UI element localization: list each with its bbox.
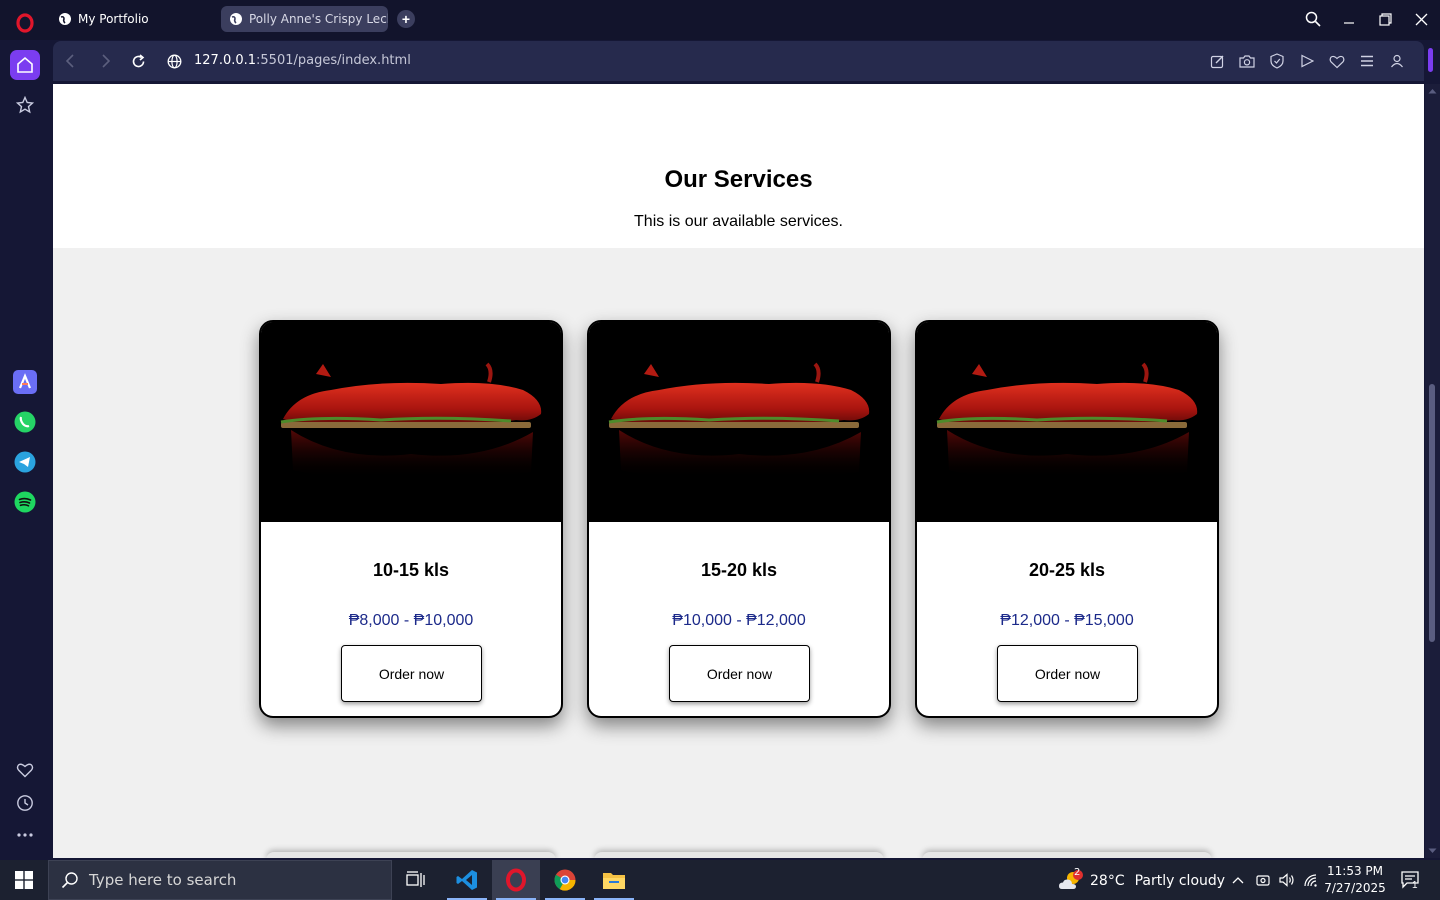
notification-count: 1	[1412, 880, 1418, 891]
edit-page-icon[interactable]	[1208, 52, 1226, 70]
opera-taskbar-icon[interactable]	[492, 860, 540, 900]
taskbar-clock[interactable]: 11:53 PM 7/27/2025	[1320, 863, 1390, 897]
next-row-card-edge	[922, 852, 1212, 858]
send-icon[interactable]	[1298, 52, 1316, 70]
page-viewport: Our Services This is our available servi…	[53, 84, 1424, 858]
weather-temp: 28°C	[1090, 873, 1125, 889]
history-icon[interactable]	[10, 788, 40, 818]
weather-desc: Partly cloudy	[1134, 873, 1226, 889]
spotify-icon[interactable]	[10, 487, 40, 517]
aria-ai-icon[interactable]	[10, 367, 40, 397]
globe-favicon-icon	[59, 13, 71, 25]
search-placeholder: Type here to search	[89, 871, 237, 889]
clock-date: 7/27/2025	[1324, 881, 1386, 895]
minimize-button[interactable]	[1337, 8, 1361, 30]
tab-polly-annes[interactable]: Polly Anne's Crispy Lechon	[221, 6, 388, 32]
easy-setup-icon[interactable]	[1358, 52, 1376, 70]
service-card: 20-25 kls ₱12,000 - ₱15,000 Order now	[915, 320, 1219, 718]
scroll-indicator	[1428, 48, 1433, 72]
star-icon[interactable]	[10, 90, 40, 120]
weather-alert-badge: 2	[1074, 867, 1081, 878]
file-explorer-icon[interactable]	[590, 860, 638, 900]
search-tabs-icon[interactable]	[1301, 8, 1325, 30]
scroll-down-icon[interactable]	[1428, 848, 1437, 854]
weather-widget[interactable]: 2 28°C Partly cloudy	[1058, 867, 1226, 892]
tab-label: Polly Anne's Crispy Lechon	[249, 12, 388, 26]
snapshot-camera-icon[interactable]	[1238, 52, 1256, 70]
next-row-card-edge	[266, 852, 556, 858]
globe-favicon-icon	[230, 13, 242, 25]
whatsapp-icon[interactable]	[10, 407, 40, 437]
task-view-icon[interactable]	[392, 860, 440, 900]
home-icon[interactable]	[10, 50, 40, 80]
meet-now-icon[interactable]	[1251, 860, 1275, 900]
card-title: 10-15 kls	[372, 560, 450, 580]
url-field[interactable]: 127.0.0.1:5501/pages/index.html	[194, 53, 411, 68]
service-card: 10-15 kls ₱8,000 - ₱10,000 Order now	[259, 320, 563, 718]
card-price: ₱8,000 - ₱10,000	[348, 612, 474, 629]
service-card: 15-20 kls ₱10,000 - ₱12,000 Order now	[587, 320, 891, 718]
scroll-up-icon[interactable]	[1428, 88, 1437, 94]
order-now-button[interactable]: Order now	[669, 645, 810, 702]
shield-icon[interactable]	[1268, 52, 1286, 70]
lechon-image	[917, 322, 1217, 522]
reload-icon[interactable]	[129, 52, 147, 70]
tab-label: My Portfolio	[78, 12, 149, 26]
lechon-image	[589, 322, 889, 522]
services-header: Our Services This is our available servi…	[53, 84, 1424, 248]
close-window-button[interactable]	[1409, 8, 1433, 30]
browser-window: My Portfolio Polly Anne's Crispy Lechon …	[0, 0, 1440, 900]
card-price: ₱12,000 - ₱15,000	[1000, 612, 1134, 629]
new-tab-button[interactable]: +	[397, 10, 415, 28]
taskbar-search-box[interactable]: Type here to search	[48, 860, 392, 900]
services-subtitle: This is our available services.	[634, 213, 843, 230]
notification-center-icon[interactable]: 1	[1394, 860, 1428, 900]
windows-taskbar: Type here to search 2 28°C Partly cloudy	[0, 860, 1440, 900]
chrome-icon[interactable]	[541, 860, 589, 900]
address-bar: 127.0.0.1:5501/pages/index.html	[53, 41, 1424, 81]
windows-start-icon[interactable]	[0, 860, 48, 900]
my-flow-heart-icon[interactable]	[1328, 52, 1346, 70]
card-title: 15-20 kls	[700, 560, 778, 580]
telegram-icon[interactable]	[10, 447, 40, 477]
site-info-icon[interactable]	[165, 52, 183, 70]
back-icon[interactable]	[61, 52, 79, 70]
next-row-card-edge	[594, 852, 884, 858]
restore-button[interactable]	[1373, 8, 1397, 30]
card-title: 20-25 kls	[1028, 560, 1106, 580]
forward-icon[interactable]	[97, 52, 115, 70]
order-now-button[interactable]: Order now	[341, 645, 482, 702]
tab-bar: My Portfolio Polly Anne's Crispy Lechon …	[0, 0, 1440, 40]
profile-icon[interactable]	[1388, 52, 1406, 70]
opera-logo-icon[interactable]	[13, 11, 37, 35]
url-path: :5501/pages/index.html	[256, 53, 411, 68]
chevron-up-icon[interactable]	[1226, 860, 1250, 900]
scrollbar-thumb[interactable]	[1429, 384, 1435, 642]
heart-icon[interactable]	[10, 755, 40, 785]
page-scrollbar[interactable]	[1425, 84, 1440, 858]
lechon-image	[261, 322, 561, 522]
more-icon[interactable]	[10, 820, 40, 850]
sidebar	[0, 40, 50, 860]
url-host: 127.0.0.1	[194, 53, 257, 68]
vscode-icon[interactable]	[443, 860, 491, 900]
volume-icon[interactable]	[1275, 860, 1299, 900]
order-now-button[interactable]: Order now	[997, 645, 1138, 702]
services-title: Our Services	[664, 166, 813, 193]
card-price: ₱10,000 - ₱12,000	[672, 612, 806, 629]
search-icon	[61, 872, 78, 889]
clock-time: 11:53 PM	[1327, 864, 1383, 878]
tab-my-portfolio[interactable]: My Portfolio	[50, 6, 210, 32]
